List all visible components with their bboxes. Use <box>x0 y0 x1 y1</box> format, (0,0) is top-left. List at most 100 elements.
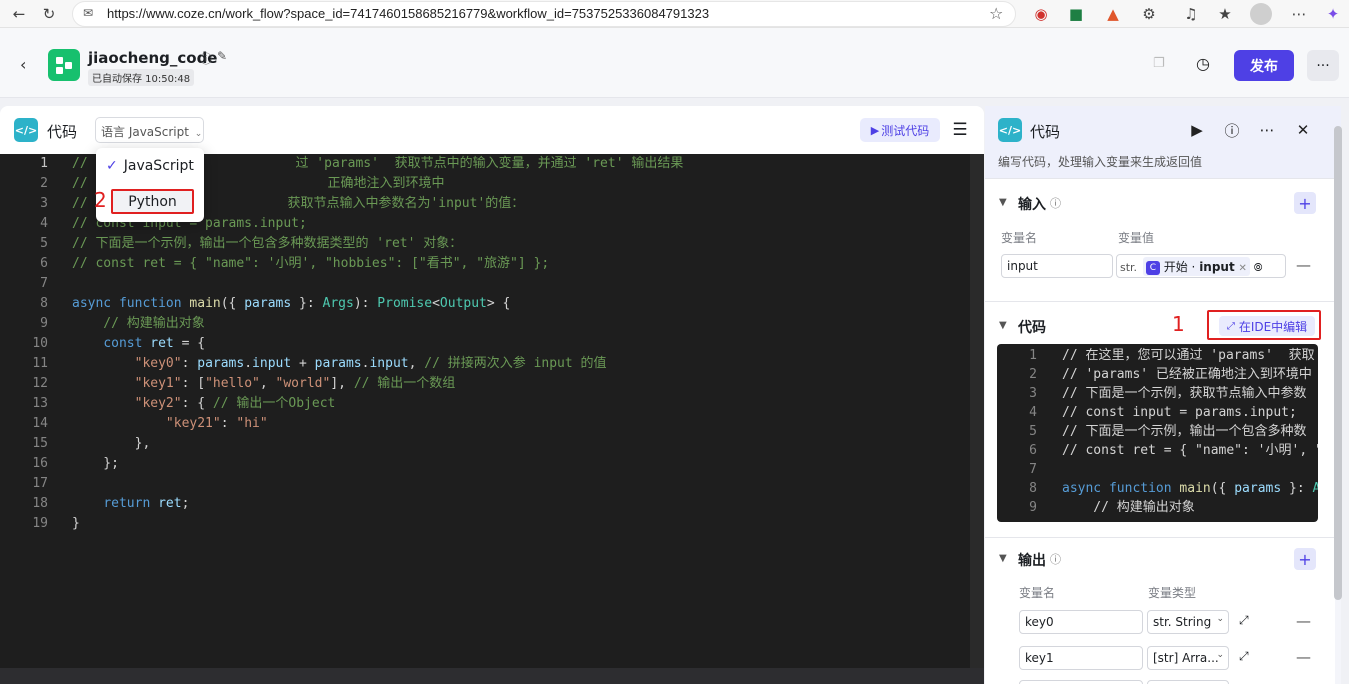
test-code-button[interactable]: ▶ 测试代码 <box>860 118 940 142</box>
extension-green-icon[interactable]: ■ <box>1065 3 1087 25</box>
code-line: } <box>72 516 80 531</box>
address-bar[interactable]: ✉ https://www.coze.cn/work_flow?space_id… <box>72 1 1016 27</box>
panel-scrollbar[interactable] <box>1334 126 1342 600</box>
code-line: "key2": { // 输出一个Object <box>134 396 336 411</box>
code-line: // 构建输出对象 <box>1062 500 1195 515</box>
history-clock-icon[interactable]: ◷ <box>1196 54 1210 73</box>
output-var-type-select[interactable] <box>1147 680 1229 684</box>
run-play-icon[interactable]: ▶ <box>1186 119 1208 141</box>
site-info-icon[interactable]: ✉ <box>83 6 93 20</box>
url-text: https://www.coze.cn/work_flow?space_id=7… <box>107 6 710 21</box>
remove-output-icon[interactable]: — <box>1296 648 1311 666</box>
target-icon[interactable]: ⦾ <box>1254 261 1263 274</box>
remove-ref-icon[interactable]: ✕ <box>1239 263 1247 274</box>
help-icon[interactable]: ⓘ <box>1221 119 1243 141</box>
output-var-name-field[interactable]: key0 <box>1019 610 1143 634</box>
info-icon[interactable]: ⓘ <box>200 50 212 67</box>
language-option-python[interactable]: Python <box>111 189 194 214</box>
back-chevron-icon[interactable]: ‹ <box>20 55 26 74</box>
line-number: 16 <box>32 456 48 471</box>
expand-icon: ⤢ <box>1226 320 1235 332</box>
language-select-label: 语言 JavaScript <box>101 125 189 139</box>
output-var-name-field[interactable] <box>1019 680 1143 684</box>
input-section-title: 输入 <box>1018 197 1046 213</box>
code-line: "key1": ["hello", "world"], // 输出一个数组 <box>134 376 456 391</box>
code-line: }; <box>72 456 119 471</box>
copilot-icon[interactable]: ✦ <box>1322 3 1344 25</box>
extension-orange-icon[interactable]: ▲ <box>1102 3 1124 25</box>
edit-in-ide-button[interactable]: ⤢ 在IDE中编辑 <box>1219 316 1315 336</box>
output-var-name-field[interactable]: key1 <box>1019 646 1143 670</box>
line-number: 1 <box>40 156 48 171</box>
play-circle-icon: ▶ <box>870 123 880 137</box>
language-option-javascript[interactable]: ✓ JavaScript <box>106 158 194 174</box>
type-label: str. <box>1120 261 1138 274</box>
line-number: 7 <box>40 276 48 291</box>
expand-arrows-icon[interactable]: ⤢ <box>1239 613 1249 628</box>
chevron-down-icon[interactable]: ▼ <box>999 197 1007 208</box>
code-line: const ret = { <box>103 336 206 351</box>
editor-scrollbar[interactable] <box>970 154 984 668</box>
info-icon[interactable]: ⓘ <box>1050 551 1061 567</box>
line-number: 17 <box>32 476 48 491</box>
favorites-icon[interactable]: ★ <box>1214 3 1236 25</box>
line-number: 18 <box>32 496 48 511</box>
line-number: 14 <box>32 416 48 431</box>
line-number: 13 <box>32 396 48 411</box>
output-var-type-select[interactable]: [str] Arra... ⌄ <box>1147 646 1229 670</box>
browser-menu-icon[interactable]: ⋯ <box>1288 3 1310 25</box>
publish-button[interactable]: 发布 <box>1234 50 1294 81</box>
col-header-var-name: 变量名 <box>1001 231 1038 245</box>
favorite-star-icon[interactable]: ☆ <box>989 4 1003 23</box>
workflow-logo-icon <box>48 49 80 81</box>
toggle-panel-icon[interactable]: ☰ <box>948 118 972 142</box>
line-number: 5 <box>40 236 48 251</box>
code-line: async function main({ params }: Ar <box>1062 481 1318 496</box>
code-line: }, <box>72 436 151 451</box>
start-node-icon: C <box>1145 260 1160 275</box>
chevron-down-icon[interactable]: ▼ <box>999 320 1007 331</box>
code-line: // 构建输出对象 <box>72 316 205 331</box>
more-dots-icon[interactable]: ⋯ <box>1256 119 1278 141</box>
info-icon[interactable]: ⓘ <box>1050 195 1061 211</box>
remove-output-icon[interactable]: — <box>1296 612 1311 630</box>
output-var-type-select[interactable]: str. String ⌄ <box>1147 610 1229 634</box>
code-line: // 下面是一个示例，输出一个包含多种数据类型的 'ret' 对象： <box>72 236 463 251</box>
chevron-down-icon: ⌄ <box>194 129 203 139</box>
edit-pencil-icon[interactable]: ✎ <box>217 49 227 63</box>
close-icon[interactable]: ✕ <box>1292 119 1314 141</box>
input-var-name-field[interactable]: input <box>1001 254 1113 278</box>
code-line: "key21": "hi" <box>165 416 268 431</box>
code-line: return ret; <box>103 496 190 511</box>
copy-icon[interactable]: ❐ <box>1153 56 1165 71</box>
add-output-button[interactable]: + <box>1294 548 1316 570</box>
chevron-down-icon: ⌄ <box>1216 614 1224 624</box>
more-options-button[interactable]: ··· <box>1307 50 1339 81</box>
extensions-puzzle-icon[interactable]: ⚙ <box>1138 3 1160 25</box>
media-icon[interactable]: ♫ <box>1180 3 1202 25</box>
line-number: 11 <box>32 356 48 371</box>
profile-avatar-icon[interactable] <box>1250 3 1272 25</box>
output-section-title: 输出 <box>1018 553 1046 569</box>
col-header-var-type: 变量类型 <box>1148 586 1197 600</box>
input-var-value-field[interactable]: str. C 开始 · input ✕ ⦾ <box>1116 254 1286 278</box>
chevron-down-icon: ⌄ <box>1216 650 1224 660</box>
remove-input-icon[interactable]: — <box>1296 256 1311 274</box>
add-input-button[interactable]: + <box>1294 192 1316 214</box>
line-number: 15 <box>32 436 48 451</box>
code-preview[interactable]: 1 2 3 4 5 6 7 8 9 // 在这里，您可以通过 'params' … <box>997 344 1318 522</box>
chevron-down-icon[interactable]: ▼ <box>999 553 1007 564</box>
test-code-label: 测试代码 <box>881 123 930 138</box>
autosave-status: 已自动保存 10:50:48 <box>88 69 195 86</box>
language-select[interactable]: 语言 JavaScript ⌄ <box>95 117 204 143</box>
code-node-icon: </> <box>998 118 1022 142</box>
ref-chip[interactable]: C 开始 · input ✕ <box>1142 257 1250 276</box>
expand-arrows-icon[interactable]: ⤢ <box>1239 649 1249 664</box>
back-arrow-icon[interactable]: ← <box>8 3 30 25</box>
line-number: 6 <box>40 256 48 271</box>
code-line: // 下面是一个示例，获取节点输入中参数 <box>1062 386 1307 401</box>
col-header-var-name: 变量名 <box>1019 586 1056 600</box>
annotation-number: 1 <box>1172 312 1185 336</box>
reload-icon[interactable]: ↻ <box>38 3 60 25</box>
extension-red-icon[interactable]: ◉ <box>1030 3 1052 25</box>
